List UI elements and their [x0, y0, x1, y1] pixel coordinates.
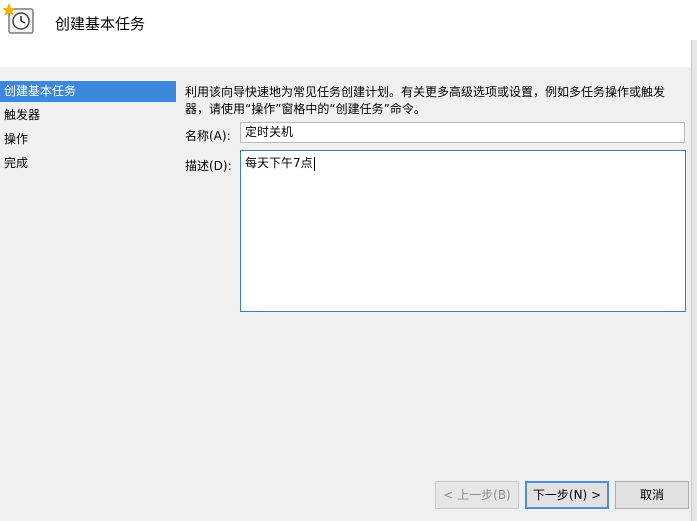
- wizard-steps-sidebar: 创建基本任务 触发器 操作 完成: [0, 81, 176, 177]
- wizard-header: 创建基本任务: [0, 0, 697, 67]
- next-button[interactable]: 下一步(N) >: [525, 481, 609, 509]
- page-title: 创建基本任务: [55, 15, 146, 33]
- wizard-description: 利用该向导快速地为常见任务创建计划。有关更多高级选项或设置，例如多任务操作或触发…: [185, 85, 666, 116]
- cancel-button[interactable]: 取消: [615, 481, 689, 509]
- name-field-value: 定时关机: [245, 125, 294, 139]
- description-label: 描述(D):: [185, 159, 232, 173]
- name-field[interactable]: 定时关机: [240, 122, 685, 143]
- back-button[interactable]: < 上一步(B): [435, 481, 519, 509]
- step-finish[interactable]: 完成: [0, 153, 176, 177]
- text-caret: [313, 156, 315, 171]
- step-trigger[interactable]: 触发器: [0, 105, 176, 129]
- step-create-basic-task[interactable]: 创建基本任务: [0, 81, 176, 102]
- description-field-value: 每天下午7点: [245, 156, 313, 170]
- task-scheduler-icon: [3, 3, 34, 34]
- window-edge: [691, 40, 697, 521]
- step-action[interactable]: 操作: [0, 129, 176, 153]
- description-field[interactable]: 每天下午7点: [240, 150, 686, 312]
- name-label: 名称(A):: [185, 129, 231, 143]
